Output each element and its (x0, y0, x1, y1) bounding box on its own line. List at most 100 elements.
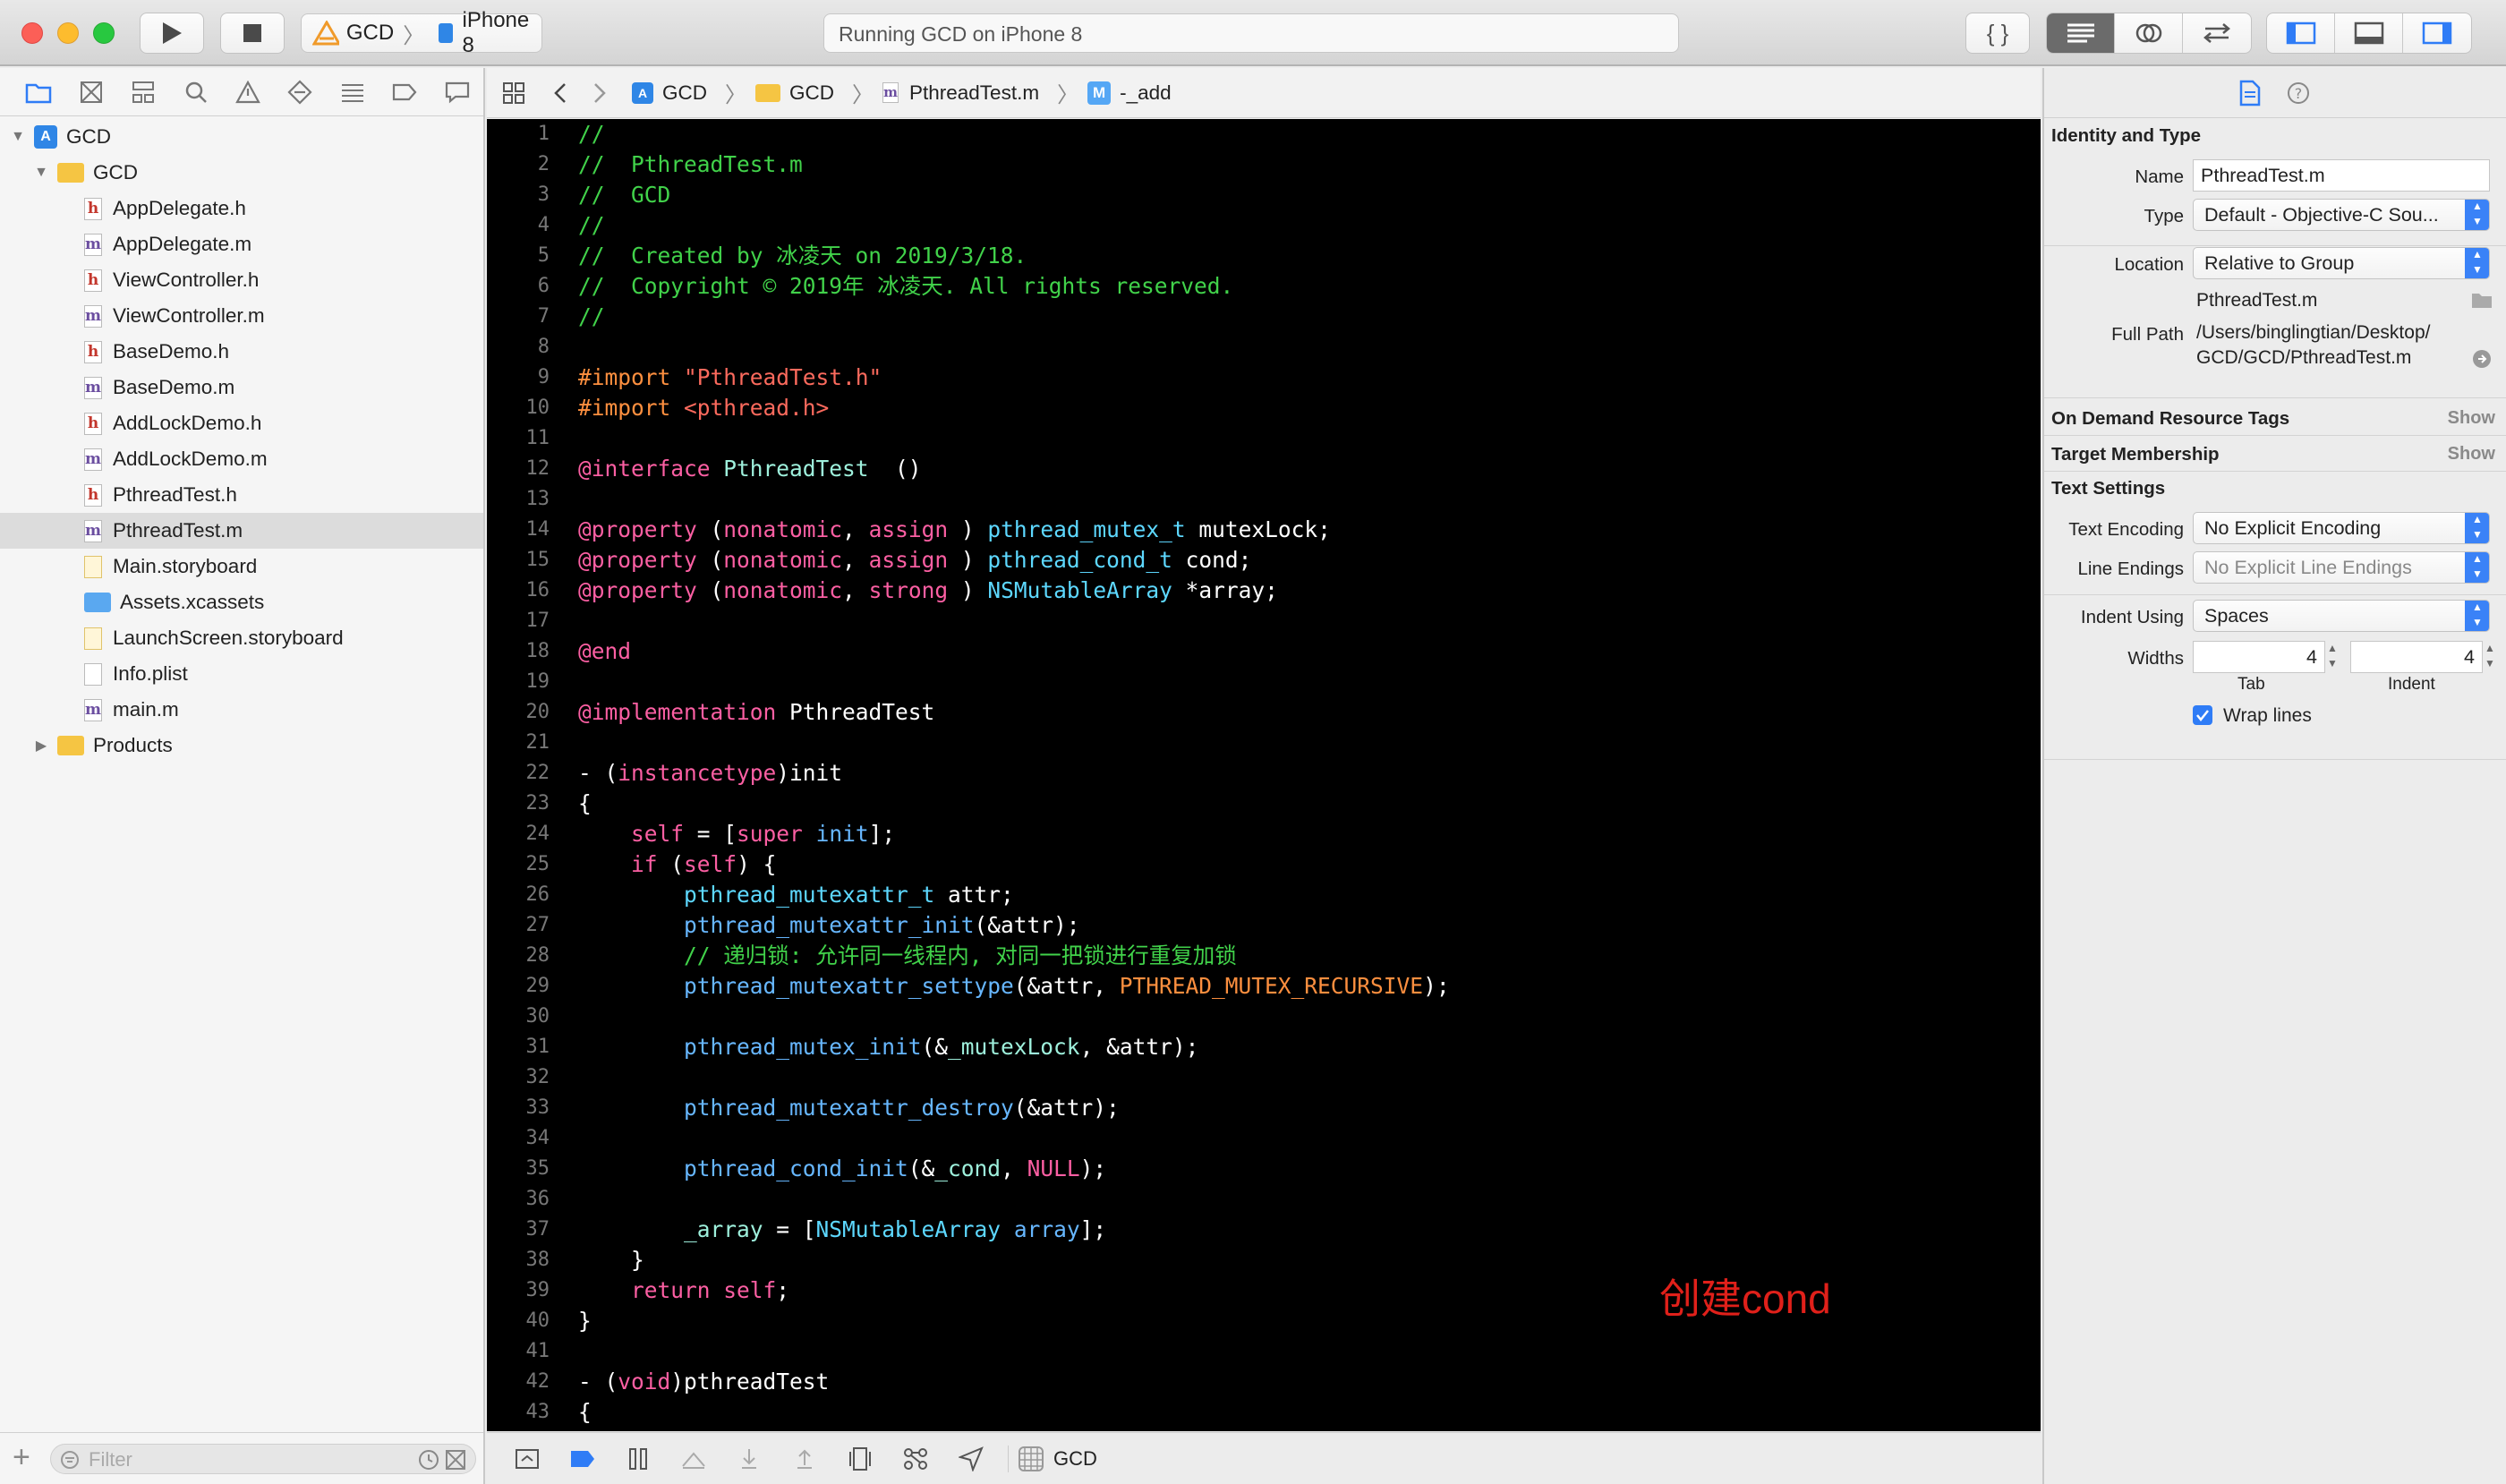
target-membership-show-button[interactable]: Show (2448, 444, 2495, 465)
code-line[interactable]: pthread_mutexattr_init(&attr); (578, 910, 2028, 941)
stop-button[interactable] (220, 13, 285, 54)
code-line[interactable] (578, 1123, 2028, 1154)
indent-width-stepper[interactable]: ▲ ▼ (2485, 641, 2495, 671)
code-line[interactable]: // (578, 210, 2028, 241)
view-hierarchy-button[interactable] (832, 1441, 888, 1477)
code-line[interactable] (578, 484, 2028, 515)
tree-row-file[interactable]: h PthreadTest.h (0, 477, 483, 513)
source-control-tab[interactable] (64, 74, 116, 110)
type-popup[interactable]: Default - Objective-C Sou... ▲ ▼ (2193, 199, 2490, 231)
code-line[interactable] (578, 332, 2028, 362)
code-line[interactable]: @interface PthreadTest () (578, 454, 2028, 484)
crumb-group[interactable]: GCD (755, 81, 834, 105)
text-encoding-popup[interactable]: No Explicit Encoding ▲ ▼ (2193, 512, 2490, 544)
code-line[interactable]: // Created by 冰凌天 on 2019/3/18. (578, 241, 2028, 271)
add-icon[interactable]: + (13, 1440, 30, 1475)
filter-input[interactable]: Filter (50, 1444, 476, 1474)
forward-button[interactable] (580, 81, 619, 105)
tree-row-file[interactable]: m BaseDemo.m (0, 370, 483, 405)
tree-row-file[interactable]: Main.storyboard (0, 549, 483, 584)
tab-width-field[interactable]: 4 (2193, 641, 2325, 673)
code-line[interactable]: @end (578, 636, 2028, 667)
disclosure-collapsed-icon[interactable]: ▶ (32, 737, 50, 755)
tree-row-file[interactable]: m PthreadTest.m (0, 513, 483, 549)
project-navigator-tab[interactable] (13, 74, 64, 110)
tree-row-project[interactable]: ▼ A GCD (0, 119, 483, 155)
disclosure-expanded-icon[interactable]: ▼ (9, 129, 27, 145)
name-field[interactable]: PthreadTest.m (2193, 159, 2490, 192)
version-editor-button[interactable] (2183, 13, 2251, 53)
code-line[interactable]: _array = [NSMutableArray array]; (578, 1215, 2028, 1245)
help-icon[interactable]: ? (2286, 81, 2311, 106)
code-line[interactable]: #import "PthreadTest.h" (578, 362, 2028, 393)
assistant-editor-button[interactable] (2115, 13, 2183, 53)
code-area[interactable]: // // PthreadTest.m // GCD // // Created by … (578, 119, 2028, 1428)
standard-editor-button[interactable] (2047, 13, 2115, 53)
tree-row-file[interactable]: m AddLockDemo.m (0, 441, 483, 477)
tree-row-file[interactable]: m AppDelegate.m (0, 226, 483, 262)
step-out-button[interactable] (777, 1441, 832, 1477)
crumb-file[interactable]: m PthreadTest.m (882, 81, 1039, 105)
code-line[interactable]: // Copyright © 2019年 冰凌天. All rights res… (578, 271, 2028, 302)
tree-row-file[interactable]: m ViewController.m (0, 298, 483, 334)
code-line[interactable]: - (instancetype)init (578, 758, 2028, 789)
test-navigator-tab[interactable] (274, 74, 326, 110)
code-line[interactable] (578, 423, 2028, 454)
code-line[interactable] (578, 1002, 2028, 1032)
code-line[interactable]: // PthreadTest.m (578, 149, 2028, 180)
recent-files-icon[interactable] (418, 1449, 439, 1471)
code-line[interactable]: { (578, 789, 2028, 819)
code-line[interactable] (578, 1184, 2028, 1215)
find-navigator-tab[interactable] (169, 74, 221, 110)
indent-using-popup[interactable]: Spaces ▲ ▼ (2193, 600, 2490, 632)
tree-row-file[interactable]: Info.plist (0, 656, 483, 692)
code-line[interactable]: - (void)pthreadTest (578, 1367, 2028, 1397)
line-endings-popup[interactable]: No Explicit Line Endings ▲ ▼ (2193, 551, 2490, 584)
code-line[interactable]: pthread_mutexattr_t attr; (578, 880, 2028, 910)
toggle-inspector-button[interactable] (2403, 13, 2471, 53)
report-navigator-tab[interactable] (431, 74, 483, 110)
folder-icon[interactable] (2470, 290, 2493, 310)
code-line[interactable] (578, 1336, 2028, 1367)
code-line[interactable]: pthread_mutexattr_settype(&attr, PTHREAD… (578, 971, 2028, 1002)
tree-row-file[interactable]: h BaseDemo.h (0, 334, 483, 370)
file-inspector-tab-icon[interactable] (2239, 80, 2261, 107)
code-line[interactable] (578, 606, 2028, 636)
indent-width-field[interactable]: 4 (2350, 641, 2483, 673)
source-editor[interactable]: 1 2 3 4 5 6 7 8 9 10 11 12 13 14 15 16 17 18 19 20 21 22 23 24 2… (487, 119, 2041, 1431)
crumb-project[interactable]: A GCD (632, 81, 707, 105)
code-line[interactable]: @property (nonatomic, assign ) pthread_c… (578, 545, 2028, 576)
library-button[interactable]: { } (1965, 13, 2030, 54)
tree-row-file[interactable]: h AppDelegate.h (0, 191, 483, 226)
memory-graph-button[interactable] (888, 1441, 943, 1477)
code-line[interactable]: // (578, 302, 2028, 332)
tree-row-file[interactable]: h ViewController.h (0, 262, 483, 298)
code-line[interactable]: // 递归锁: 允许同一线程内, 对同一把锁进行重复加锁 (578, 941, 2028, 971)
minimize-window-button[interactable] (57, 22, 79, 44)
toggle-navigator-button[interactable] (2267, 13, 2335, 53)
odr-show-button[interactable]: Show (2448, 408, 2495, 429)
code-line[interactable]: if (self) { (578, 849, 2028, 880)
zoom-window-button[interactable] (93, 22, 115, 44)
hide-debug-area-button[interactable] (499, 1441, 555, 1477)
code-line[interactable] (578, 728, 2028, 758)
back-button[interactable] (541, 81, 580, 105)
related-items-button[interactable] (487, 81, 541, 105)
code-line[interactable]: // GCD (578, 180, 2028, 210)
debug-target-label[interactable]: GCD (1053, 1447, 1097, 1471)
reveal-arrow-icon[interactable] (2472, 349, 2492, 369)
breakpoints-toggle-button[interactable] (555, 1441, 610, 1477)
source-control-filter-icon[interactable] (445, 1449, 466, 1471)
debug-navigator-tab[interactable] (327, 74, 379, 110)
tree-row-file[interactable]: LaunchScreen.storyboard (0, 620, 483, 656)
close-window-button[interactable] (21, 22, 43, 44)
code-line[interactable]: { (578, 1397, 2028, 1428)
toggle-debug-area-button[interactable] (2335, 13, 2403, 53)
code-line[interactable]: self = [super init]; (578, 819, 2028, 849)
issue-navigator-tab[interactable] (222, 74, 274, 110)
code-line[interactable]: @property (nonatomic, assign ) pthread_m… (578, 515, 2028, 545)
code-line[interactable] (578, 1062, 2028, 1093)
symbol-navigator-tab[interactable] (117, 74, 169, 110)
code-line[interactable]: pthread_cond_init(&_cond, NULL); (578, 1154, 2028, 1184)
location-popup[interactable]: Relative to Group ▲ ▼ (2193, 247, 2490, 279)
